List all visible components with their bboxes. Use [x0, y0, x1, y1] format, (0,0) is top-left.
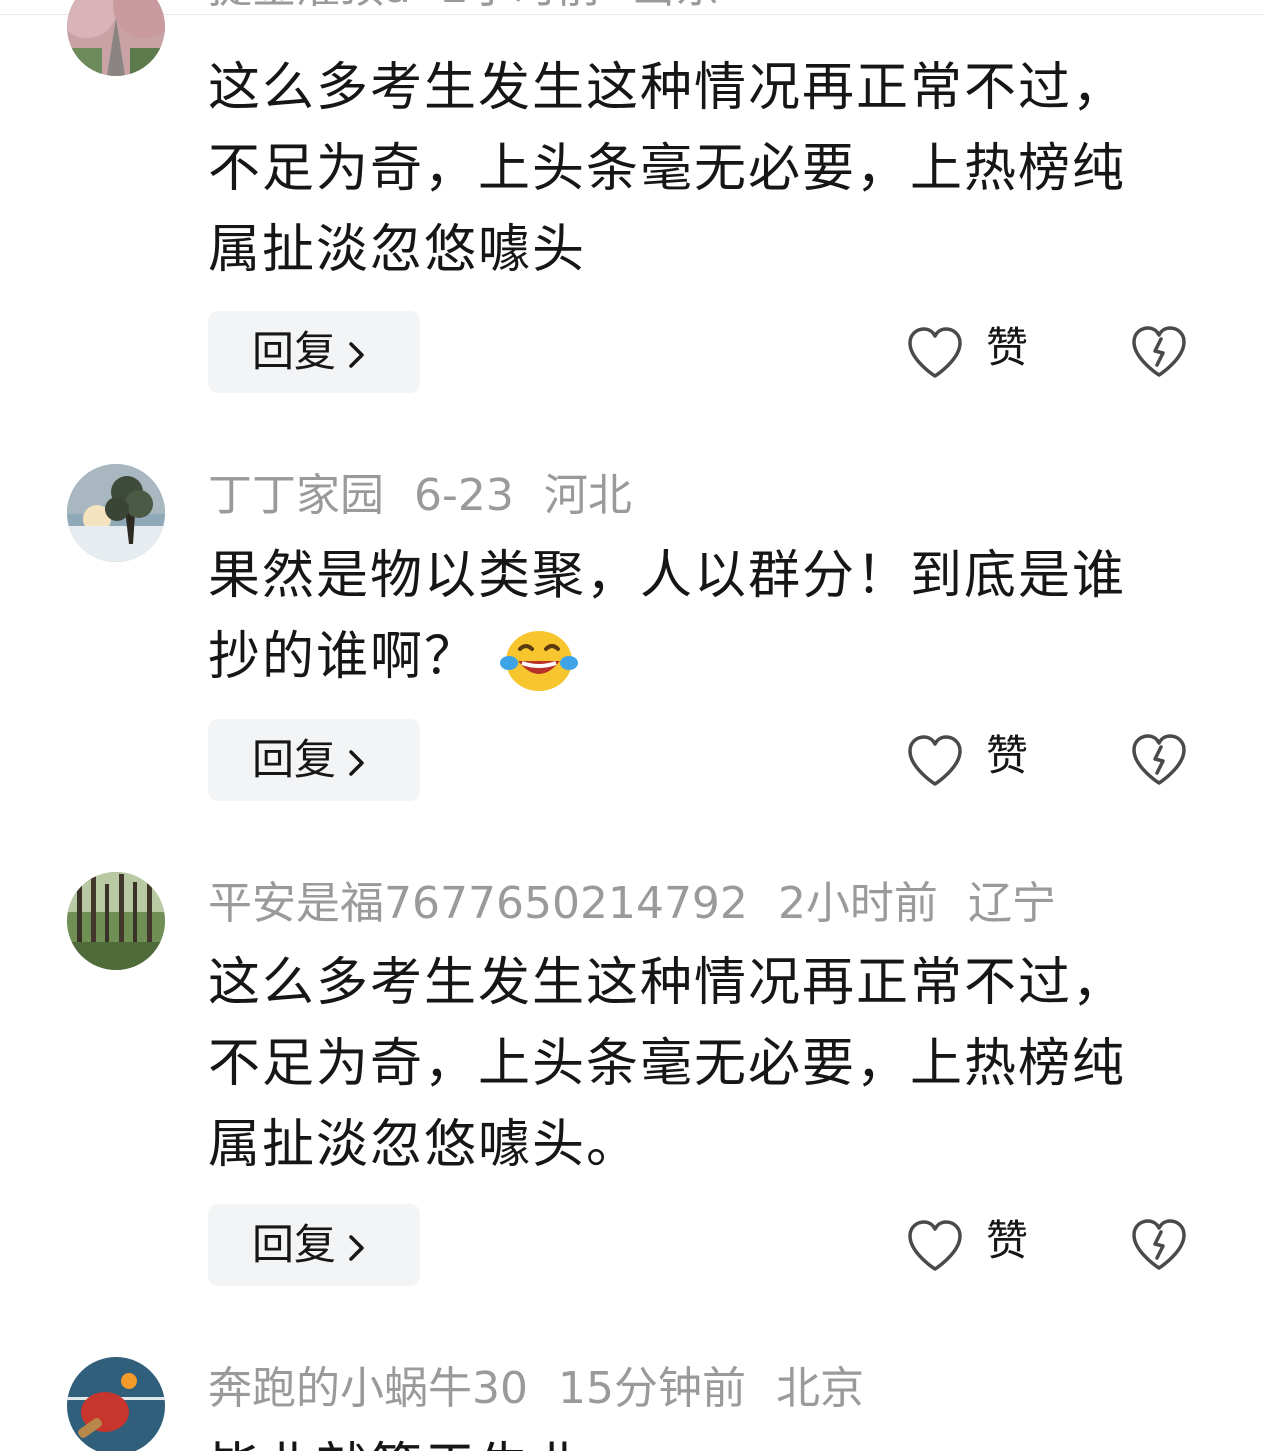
comment-line: 不足为奇，上头条毫无必要，上热榜纯	[208, 139, 1127, 199]
reply-label: 回复	[252, 327, 337, 376]
user-avatar[interactable]	[67, 1357, 165, 1451]
like-label: 赞	[986, 1216, 1029, 1265]
comment-line-text: 抄的谁啊？	[208, 627, 479, 687]
comment-meta: 丁丁家园 6-23 河北	[208, 466, 632, 526]
comment-meta: 平安是福7677650214792 2小时前 辽宁	[208, 874, 1056, 934]
comment-list-page: 捉金灌顶a 2小时前 山东 这么多考生发生这种情况再正常不过， 不足为奇，上头条毫无…	[0, 0, 1263, 1451]
comment-location: 北京	[776, 1363, 864, 1414]
username[interactable]: 奔跑的小蜗牛30	[208, 1363, 528, 1414]
user-avatar[interactable]	[67, 464, 165, 562]
comment-text: 这么多考生发生这种情况再正常不过， 不足为奇，上头条毫无必要，上热榜纯 属扯淡忽…	[208, 48, 1208, 291]
like-button[interactable]: 赞	[906, 318, 1046, 388]
forest-avatar-image	[67, 872, 165, 970]
comment-text: 毕业就等于失业	[208, 1428, 1208, 1451]
comment-line: 属扯淡忽悠噱头	[208, 220, 587, 280]
like-label: 赞	[986, 323, 1029, 372]
chevron-right-icon	[349, 341, 364, 368]
heart-icon	[908, 1220, 962, 1271]
chevron-right-icon	[349, 1234, 364, 1261]
comment-line: 不足为奇，上头条毫无必要，上热榜纯	[208, 1034, 1127, 1094]
comment-meta: 捉金灌顶a 2小时前 山东	[208, 0, 719, 18]
comment-line: 毕业就等于失业	[208, 1428, 1208, 1451]
comment-line: 这么多考生发生这种情况再正常不过，	[208, 58, 1127, 118]
chevron-right-icon	[349, 749, 364, 776]
heart-icon	[908, 327, 962, 378]
comment-location: 山东	[631, 0, 719, 13]
reply-button[interactable]: 回复	[208, 719, 420, 801]
comment-time: 6-23	[414, 470, 514, 521]
winter-tree-avatar-image	[67, 464, 165, 562]
user-avatar[interactable]	[67, 0, 165, 76]
comment-time: 2小时前	[441, 0, 601, 13]
comment-line: 属扯淡忽悠噱头。	[208, 1115, 641, 1175]
reply-button[interactable]: 回复	[208, 1204, 420, 1286]
broken-heart-icon[interactable]	[1130, 733, 1188, 787]
username[interactable]: 平安是福7677650214792	[208, 878, 748, 929]
comment-time: 2小时前	[777, 878, 938, 929]
comment-location: 辽宁	[967, 878, 1056, 929]
user-avatar[interactable]	[67, 872, 165, 970]
comment-text: 这么多考生发生这种情况再正常不过， 不足为奇，上头条毫无必要，上热榜纯 属扯淡忽…	[208, 943, 1208, 1186]
comment-location: 河北	[543, 470, 632, 521]
reply-label: 回复	[252, 735, 337, 784]
reply-button[interactable]: 回复	[208, 311, 420, 393]
comment-line: 抄的谁啊？	[208, 617, 1208, 698]
reply-label: 回复	[252, 1220, 337, 1269]
broken-heart-icon[interactable]	[1130, 1218, 1188, 1272]
comment-meta: 奔跑的小蜗牛30 15分钟前 北京	[208, 1359, 864, 1419]
like-button[interactable]: 赞	[906, 1211, 1046, 1281]
cherry-blossom-road-avatar-image	[67, 0, 165, 76]
heart-icon	[908, 735, 962, 786]
like-button[interactable]: 赞	[906, 726, 1046, 796]
username[interactable]: 捉金灌顶a	[208, 0, 411, 13]
ping-pong-avatar-image	[67, 1357, 165, 1451]
comment-text: 果然是物以类聚，人以群分！到底是谁 抄的谁啊？	[208, 536, 1208, 698]
laughing-crying-emoji-icon	[500, 631, 579, 691]
comment-time: 15分钟前	[558, 1363, 746, 1414]
like-label: 赞	[986, 731, 1029, 780]
comment-line: 果然是物以类聚，人以群分！到底是谁	[208, 546, 1127, 606]
broken-heart-icon[interactable]	[1130, 325, 1188, 379]
username[interactable]: 丁丁家园	[208, 470, 384, 521]
comment-line: 这么多考生发生这种情况再正常不过，	[208, 953, 1127, 1013]
